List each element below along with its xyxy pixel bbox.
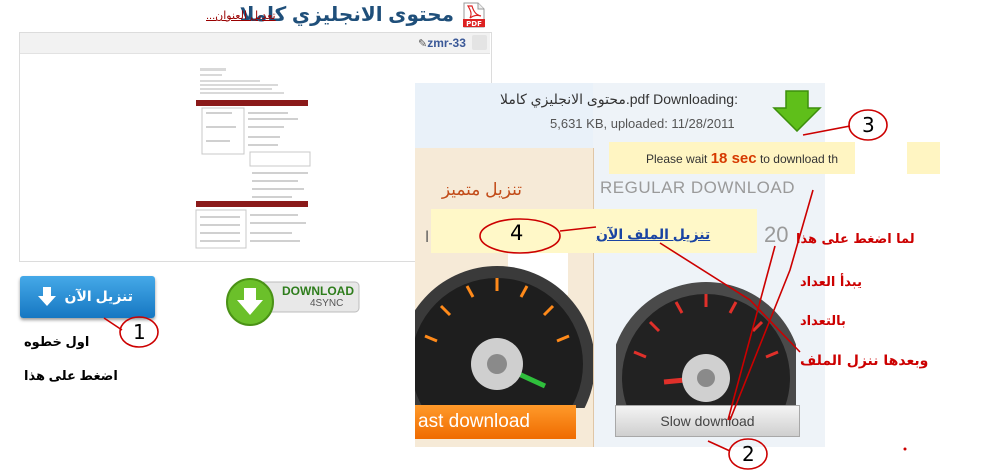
note-counter-starts: يبدأ العداد bbox=[800, 275, 862, 290]
step-marker-1: 1 bbox=[133, 320, 146, 344]
step-marker-2: 2 bbox=[742, 442, 755, 466]
note-click-this: لما اضغط على هذا bbox=[796, 232, 915, 247]
note-then-download: وبعدها ننزل الملف bbox=[800, 353, 929, 369]
note-countdown: بالتعداد bbox=[800, 314, 846, 329]
step-marker-4: 4 bbox=[510, 221, 524, 245]
step-marker-3: 3 bbox=[862, 113, 875, 137]
